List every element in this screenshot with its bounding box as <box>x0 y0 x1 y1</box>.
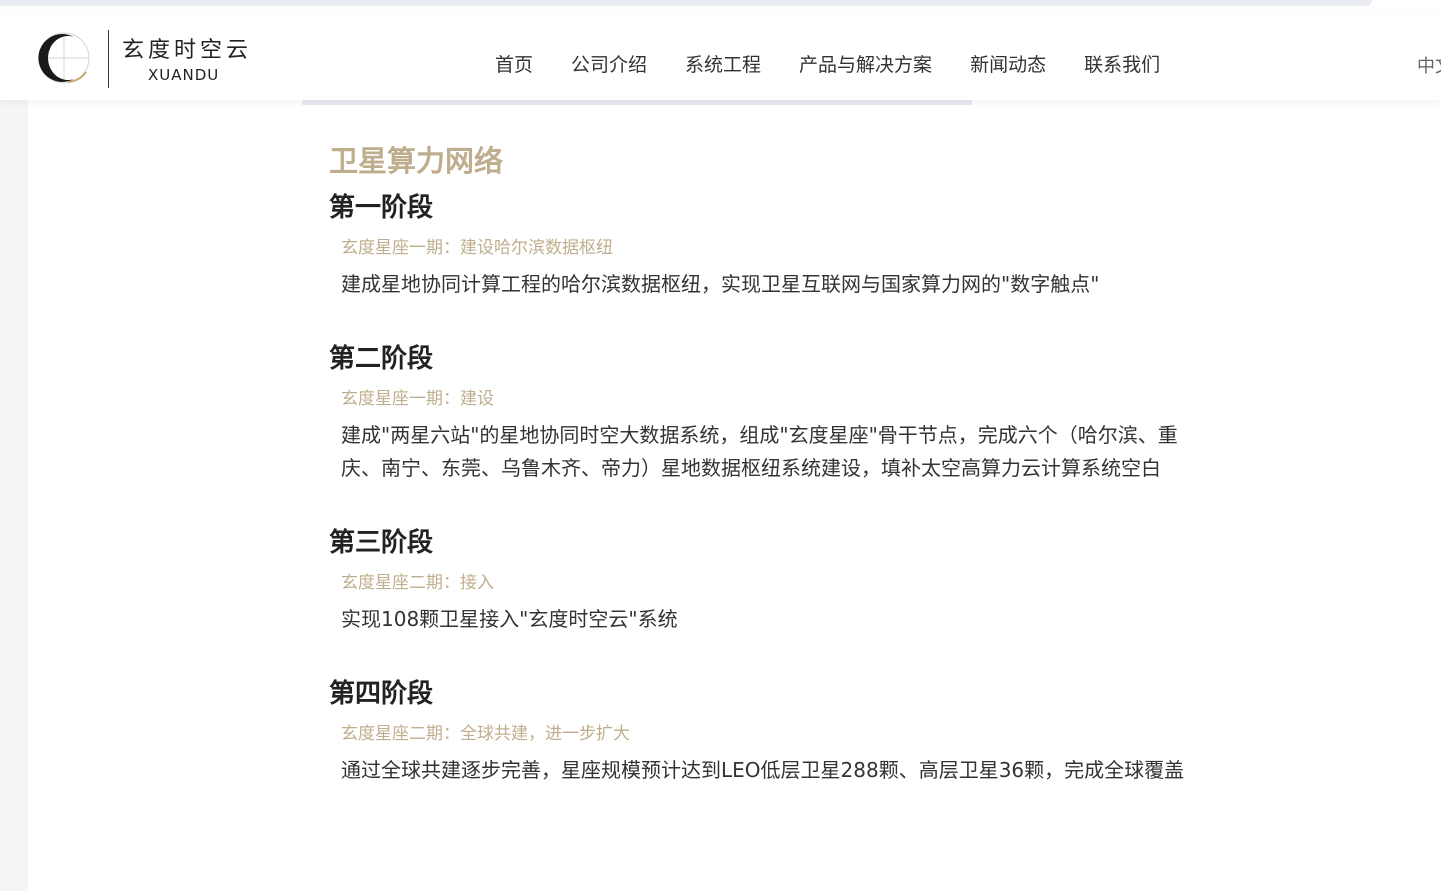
phase-description: 通过全球共建逐步完善，星座规模预计达到LEO低层卫星288颗、高层卫星36颗，完… <box>341 758 1185 782</box>
phase-section: 第四阶段 玄度星座二期：全球共建，进一步扩大 通过全球共建逐步完善，星座规模预计… <box>329 676 1189 787</box>
left-gutter <box>0 100 28 891</box>
logo-crescent-icon <box>38 32 90 84</box>
phase-subtitle: 玄度星座二期：接入 <box>341 573 494 593</box>
nav-item-news[interactable]: 新闻动态 <box>970 50 1046 77</box>
site-header: 玄度时空云 XUANDU 首页 公司介绍 系统工程 产品与解决方案 新闻动态 联… <box>0 14 1441 100</box>
logo-divider <box>108 30 109 88</box>
phase-description: 实现108颗卫星接入"玄度时空云"系统 <box>341 607 678 631</box>
phase-subtitle: 玄度星座一期：建设哈尔滨数据枢纽 <box>341 238 613 258</box>
nav-item-home[interactable]: 首页 <box>495 50 533 77</box>
phase-section: 第二阶段 玄度星座一期：建设 建成"两星六站"的星地协同时空大数据系统，组成"玄… <box>329 341 1189 485</box>
phase-title: 第一阶段 <box>329 193 434 223</box>
nav-item-products[interactable]: 产品与解决方案 <box>799 50 932 77</box>
phase-subtitle: 玄度星座二期：全球共建，进一步扩大 <box>341 724 630 744</box>
brand-logo[interactable]: 玄度时空云 XUANDU <box>34 28 274 88</box>
phase-description: 建成"两星六站"的星地协同时空大数据系统，组成"玄度星座"骨干节点，完成六个（哈… <box>341 423 1178 480</box>
brand-name-cn: 玄度时空云 <box>122 38 253 63</box>
scroll-indicator-bar <box>0 0 1372 6</box>
main-content: 卫星算力网络 第一阶段 玄度星座一期：建设哈尔滨数据枢纽 建成星地协同计算工程的… <box>329 140 1189 827</box>
language-switch[interactable]: 中文 <box>1417 52 1441 78</box>
phase-title: 第四阶段 <box>329 679 434 709</box>
phase-section: 第三阶段 玄度星座二期：接入 实现108颗卫星接入"玄度时空云"系统 <box>329 525 1189 636</box>
phase-description: 建成星地协同计算工程的哈尔滨数据枢纽，实现卫星互联网与国家算力网的"数字触点" <box>341 272 1100 296</box>
nav-item-contact[interactable]: 联系我们 <box>1084 50 1160 77</box>
phase-title: 第二阶段 <box>329 344 434 374</box>
phase-subtitle: 玄度星座一期：建设 <box>341 389 494 409</box>
browser-top-strip <box>0 0 1441 14</box>
brand-name-en: XUANDU <box>148 66 220 84</box>
nav-item-about[interactable]: 公司介绍 <box>571 50 647 77</box>
phase-section: 第一阶段 玄度星座一期：建设哈尔滨数据枢纽 建成星地协同计算工程的哈尔滨数据枢纽… <box>329 190 1189 301</box>
main-nav: 首页 公司介绍 系统工程 产品与解决方案 新闻动态 联系我们 <box>495 50 1198 77</box>
dropdown-underbar <box>302 100 972 105</box>
phase-title: 第三阶段 <box>329 528 434 558</box>
nav-item-engineering[interactable]: 系统工程 <box>685 50 761 77</box>
page-title: 卫星算力网络 <box>329 144 504 178</box>
